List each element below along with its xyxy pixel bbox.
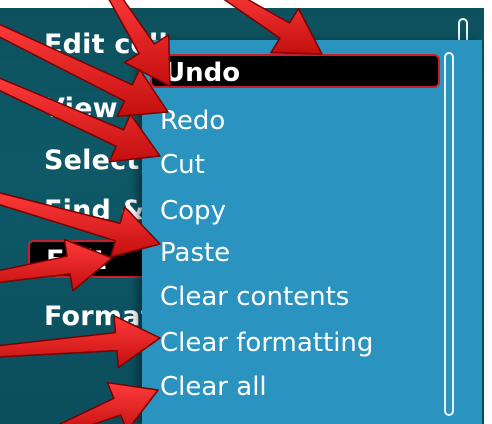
submenu-item-clear-formatting[interactable]: Clear formatting — [160, 326, 373, 360]
submenu-item-undo[interactable]: Undo — [150, 54, 440, 88]
menu-item-edit[interactable]: Edit — [28, 240, 148, 278]
menu-item-select[interactable]: Select — [44, 142, 139, 180]
submenu-item-copy[interactable]: Copy — [160, 194, 226, 228]
submenu-item-clear-contents[interactable]: Clear contents — [160, 280, 349, 314]
submenu-item-redo[interactable]: Redo — [160, 104, 225, 138]
submenu-scrollbar[interactable] — [444, 52, 454, 416]
menu-item-format[interactable]: Format — [44, 298, 154, 336]
edit-submenu: Undo Redo Cut Copy Paste Clear contents … — [142, 40, 482, 424]
submenu-item-paste[interactable]: Paste — [160, 236, 230, 270]
submenu-item-cut[interactable]: Cut — [160, 148, 205, 182]
submenu-item-clear-all[interactable]: Clear all — [160, 370, 267, 404]
menu-item-view[interactable]: View — [44, 90, 118, 128]
menu-item-find[interactable]: Find & — [44, 192, 144, 230]
